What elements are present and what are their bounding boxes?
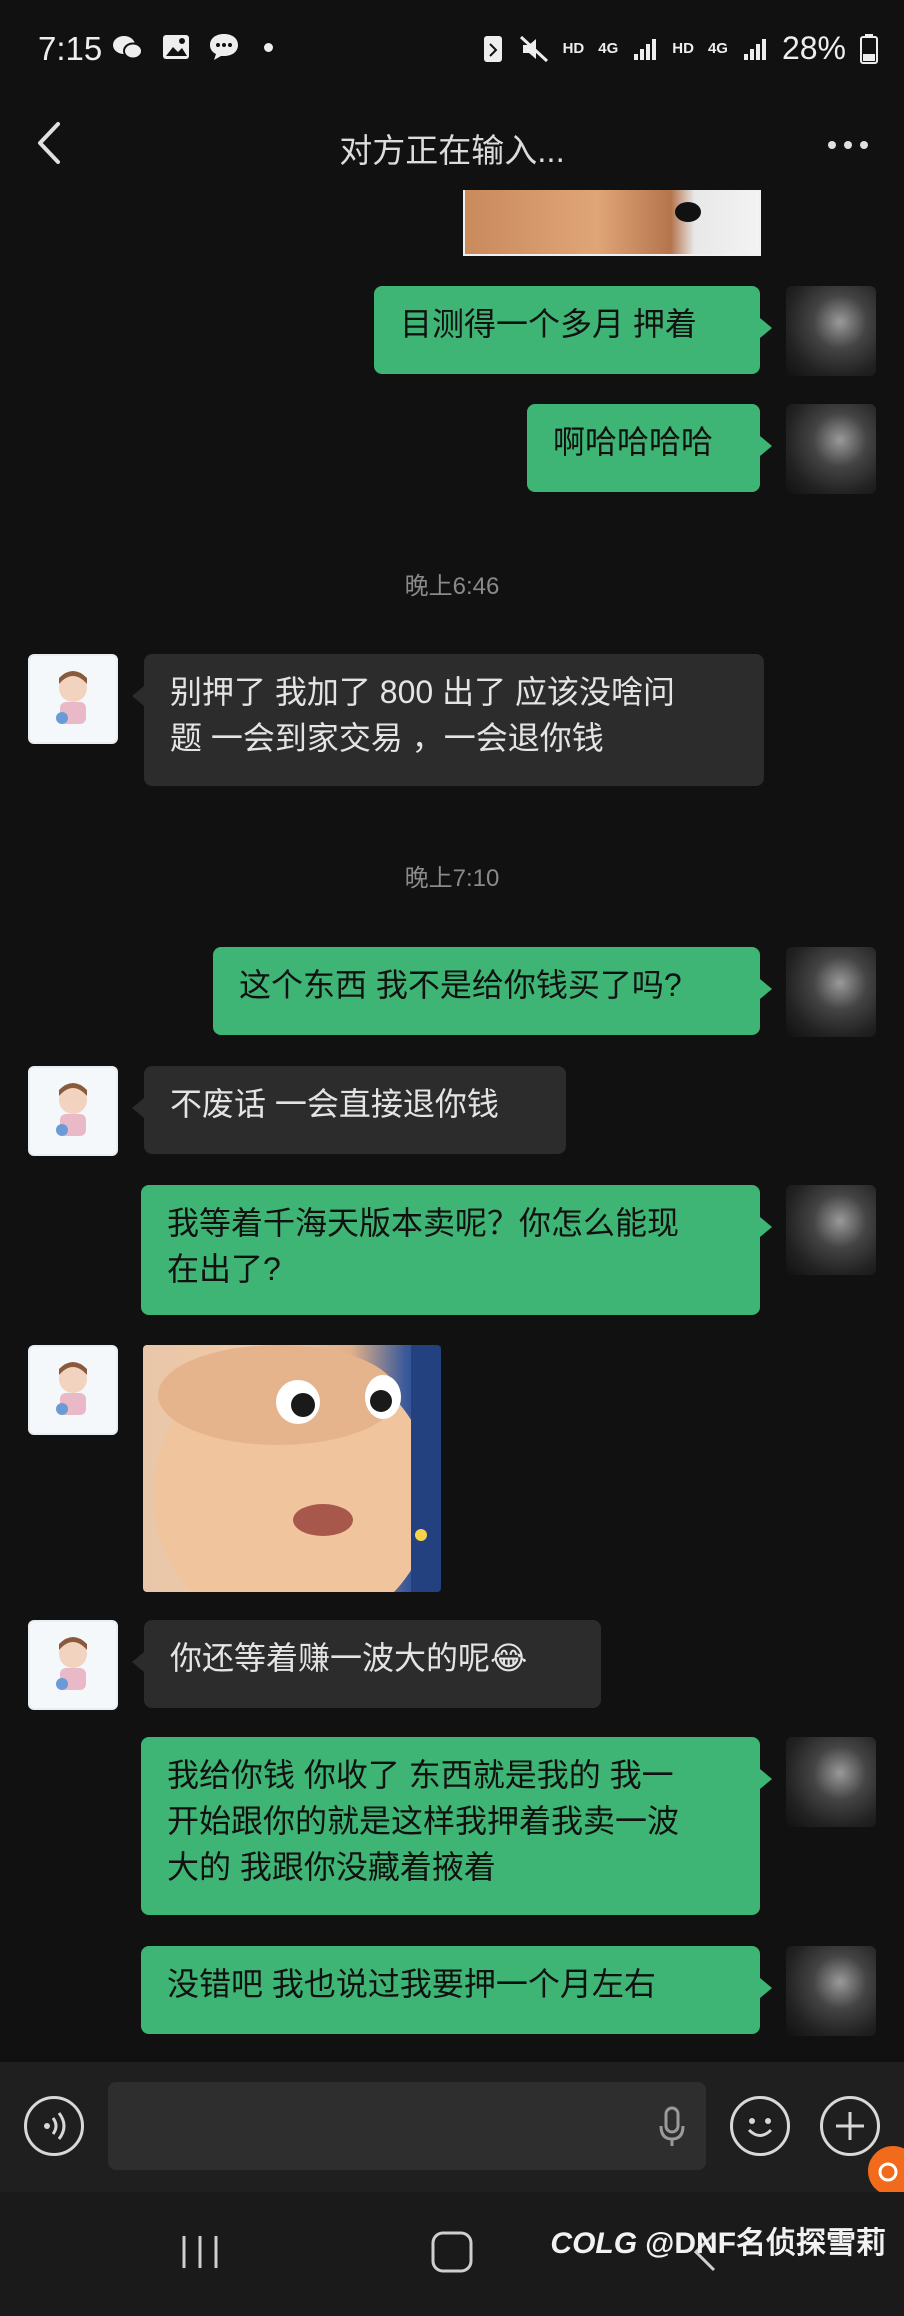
message-line: 我给你钱 你收了 东西就是我的 我一 <box>167 1757 674 1793</box>
bubble-tail <box>760 1978 772 1998</box>
bubble-tail <box>760 979 772 999</box>
chat-header: 对方正在输入... <box>0 100 904 190</box>
more-icon[interactable] <box>826 130 870 160</box>
message-bubble[interactable]: 这个东西 我不是给你钱买了吗? <box>213 947 760 1035</box>
notification-dot <box>264 42 273 52</box>
bubble-tail <box>760 1217 772 1237</box>
message-bubble[interactable]: 我给你钱 你收了 东西就是我的 我一 开始跟你的就是这样我押着我卖一波 大的 我… <box>141 1737 760 1915</box>
battery-icon <box>860 33 878 64</box>
message-bubble[interactable]: 不废话 一会直接退你钱 <box>144 1066 566 1154</box>
voice-icon <box>44 2112 66 2140</box>
gallery-icon <box>163 35 189 59</box>
cartoon-avatar-icon <box>56 671 87 724</box>
hd-label-2: HD <box>672 40 694 57</box>
4g-label-2: 4G <box>707 40 728 57</box>
colg-logo: COLG <box>550 2227 638 2260</box>
input-bar <box>0 2062 904 2192</box>
message-icon <box>210 34 238 60</box>
bubble-tail <box>760 1769 772 1789</box>
message-line: 大的 我跟你没藏着掖着 <box>167 1849 496 1885</box>
bubble-tail <box>132 686 144 706</box>
bubble-tail <box>760 318 772 338</box>
chat-title: 对方正在输入... <box>339 132 565 169</box>
sent-image-partial[interactable] <box>463 190 761 256</box>
status-time: 7:15 <box>38 30 103 67</box>
message-bubble[interactable]: 啊哈哈哈哈 <box>527 404 760 492</box>
my-avatar[interactable] <box>786 1946 876 2036</box>
nfc-icon <box>483 35 502 62</box>
my-avatar[interactable] <box>786 404 876 494</box>
message-bubble[interactable]: 目测得一个多月 押着 <box>374 286 760 374</box>
status-bar: 7:15 HD 4G HD 4G 28% <box>0 0 904 100</box>
weibo-icon <box>878 2162 898 2182</box>
wechat-icon <box>113 36 143 60</box>
bubble-tail <box>760 436 772 456</box>
timestamp: 晚上7:10 <box>404 865 500 892</box>
message-input[interactable] <box>108 2082 706 2170</box>
watermark: COLG @DNF名侦探雪莉 <box>550 2218 886 2262</box>
voice-button[interactable] <box>24 2096 84 2156</box>
bubble-tail <box>132 1098 144 1118</box>
chat-area[interactable]: 目测得一个多月 押着 啊哈哈哈哈 晚上6:46 别押了 我加了 800 出了 应… <box>0 190 904 2062</box>
mute-icon <box>519 35 548 62</box>
message-bubble[interactable]: 你还等着赚一波大的呢😂 <box>144 1620 601 1708</box>
message-bubble[interactable]: 别押了 我加了 800 出了 应该没啥问 题 一会到家交易 ，一会退你钱 <box>144 654 764 786</box>
message-line: 我等着千海天版本卖呢？你怎么能现 <box>167 1205 680 1241</box>
notification-icons <box>112 32 273 62</box>
contact-avatar[interactable] <box>28 654 118 744</box>
battery-percent: 28% <box>781 30 846 66</box>
home-icon[interactable] <box>430 2230 474 2274</box>
message-bubble[interactable]: 我等着千海天版本卖呢？你怎么能现 在出了? <box>141 1185 760 1315</box>
my-avatar[interactable] <box>786 286 876 376</box>
contact-avatar[interactable] <box>28 1620 118 1710</box>
my-avatar[interactable] <box>786 1737 876 1827</box>
message-line: 在出了? <box>167 1251 281 1287</box>
message-line: 开始跟你的就是这样我押着我卖一波 <box>167 1803 680 1839</box>
cartoon-avatar-icon <box>56 1362 87 1415</box>
image-detail <box>675 202 701 222</box>
emoji-button[interactable] <box>730 2096 790 2156</box>
sticker-image[interactable] <box>143 1345 441 1592</box>
signal-icon-2 <box>743 38 766 60</box>
message-line: 别押了 我加了 800 出了 应该没啥问 <box>170 674 675 710</box>
plus-icon <box>836 2112 864 2140</box>
timestamp: 晚上6:46 <box>404 573 500 600</box>
system-icons: HD 4G HD 4G 28% <box>481 30 878 67</box>
floating-badge[interactable] <box>868 2146 904 2196</box>
watermark-text: @DNF名侦探雪莉 <box>645 2227 886 2260</box>
bubble-tail <box>132 1652 144 1672</box>
cartoon-avatar-icon <box>56 1083 87 1136</box>
message-line: 题 一会到家交易 ，一会退你钱 <box>170 720 604 756</box>
laugh-cry-emoji: 😂 <box>490 1640 528 1676</box>
recent-apps-icon[interactable] <box>178 2232 222 2272</box>
emoji-icon <box>747 2118 773 2137</box>
my-avatar[interactable] <box>786 1185 876 1275</box>
hd-label-1: HD <box>562 40 585 57</box>
contact-avatar[interactable] <box>28 1066 118 1156</box>
4g-label-1: 4G <box>598 40 619 57</box>
cartoon-avatar-icon <box>56 1637 87 1690</box>
my-avatar[interactable] <box>786 947 876 1037</box>
signal-icon-1 <box>634 38 657 60</box>
contact-avatar[interactable] <box>28 1345 118 1435</box>
baby-face-illustration <box>153 1345 441 1592</box>
mic-icon[interactable] <box>658 2106 686 2148</box>
message-bubble[interactable]: 没错吧 我也说过我要押一个月左右 <box>141 1946 760 2034</box>
message-text: 你还等着赚一波大的呢 <box>170 1640 491 1676</box>
